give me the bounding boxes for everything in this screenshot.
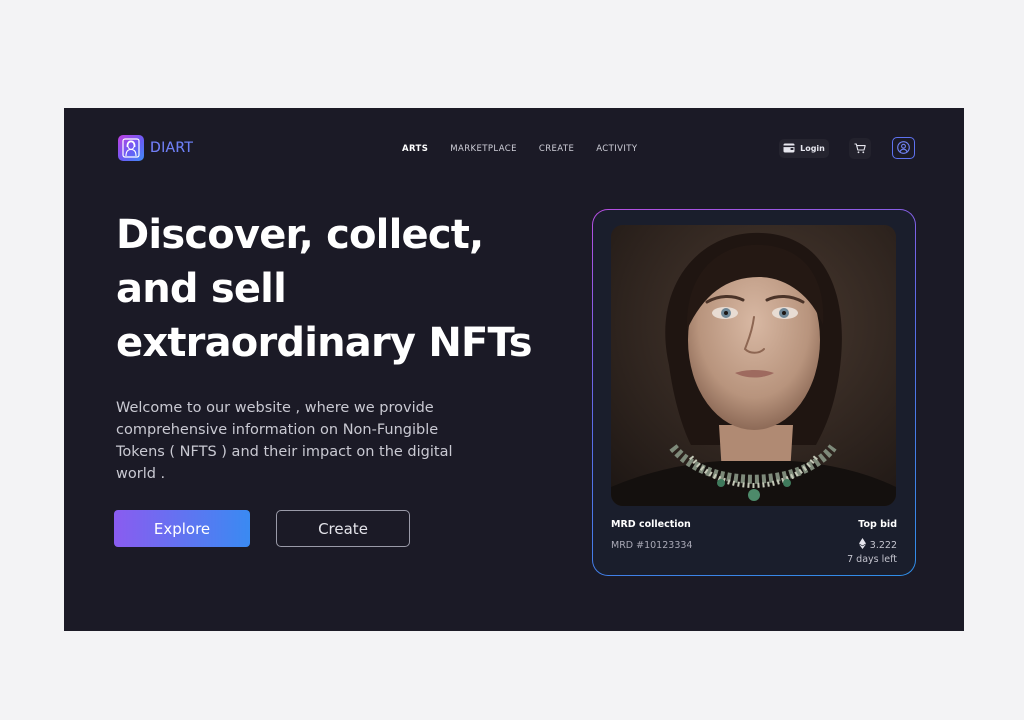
nav-item-arts[interactable]: ARTS [402, 144, 428, 154]
create-button[interactable]: Create [276, 510, 410, 547]
cart-icon [854, 139, 866, 158]
nav-item-marketplace[interactable]: MARKETPLACE [450, 144, 517, 154]
nav-item-create[interactable]: CREATE [539, 144, 574, 154]
nft-card[interactable]: MRD collection MRD #10123334 Top bid 3.2… [592, 209, 916, 576]
ethereum-icon [858, 538, 866, 552]
explore-button[interactable]: Explore [114, 510, 250, 547]
hero-description: Welcome to our website , where we provid… [116, 400, 453, 482]
landing-page: DIART ARTS MARKETPLACE CREATE ACTIVITY L… [64, 108, 964, 631]
wallet-icon [783, 143, 795, 155]
nav-item-activity[interactable]: ACTIVITY [596, 144, 637, 154]
hero-title: Discover, collect, and sell extraordinar… [116, 212, 533, 366]
user-profile-button[interactable] [892, 137, 915, 159]
collection-name: MRD collection [611, 519, 691, 530]
mona-lisa-logo-icon [118, 135, 144, 161]
cart-button[interactable] [849, 138, 871, 159]
logo[interactable]: DIART [118, 135, 193, 161]
price-value: 3.222 [869, 539, 897, 551]
nft-card-body: MRD collection MRD #10123334 Top bid 3.2… [593, 210, 915, 575]
price: 3.222 [858, 538, 897, 552]
login-button[interactable]: Login [779, 139, 829, 158]
user-circle-icon [897, 139, 910, 158]
item-id: MRD #10123334 [611, 540, 693, 551]
logo-text: DIART [150, 140, 194, 156]
top-bid-label: Top bid [858, 519, 897, 530]
portrait-image [611, 225, 896, 506]
login-label: Login [800, 144, 825, 153]
main-nav: ARTS MARKETPLACE CREATE ACTIVITY [402, 144, 637, 154]
time-left: 7 days left [847, 554, 897, 565]
